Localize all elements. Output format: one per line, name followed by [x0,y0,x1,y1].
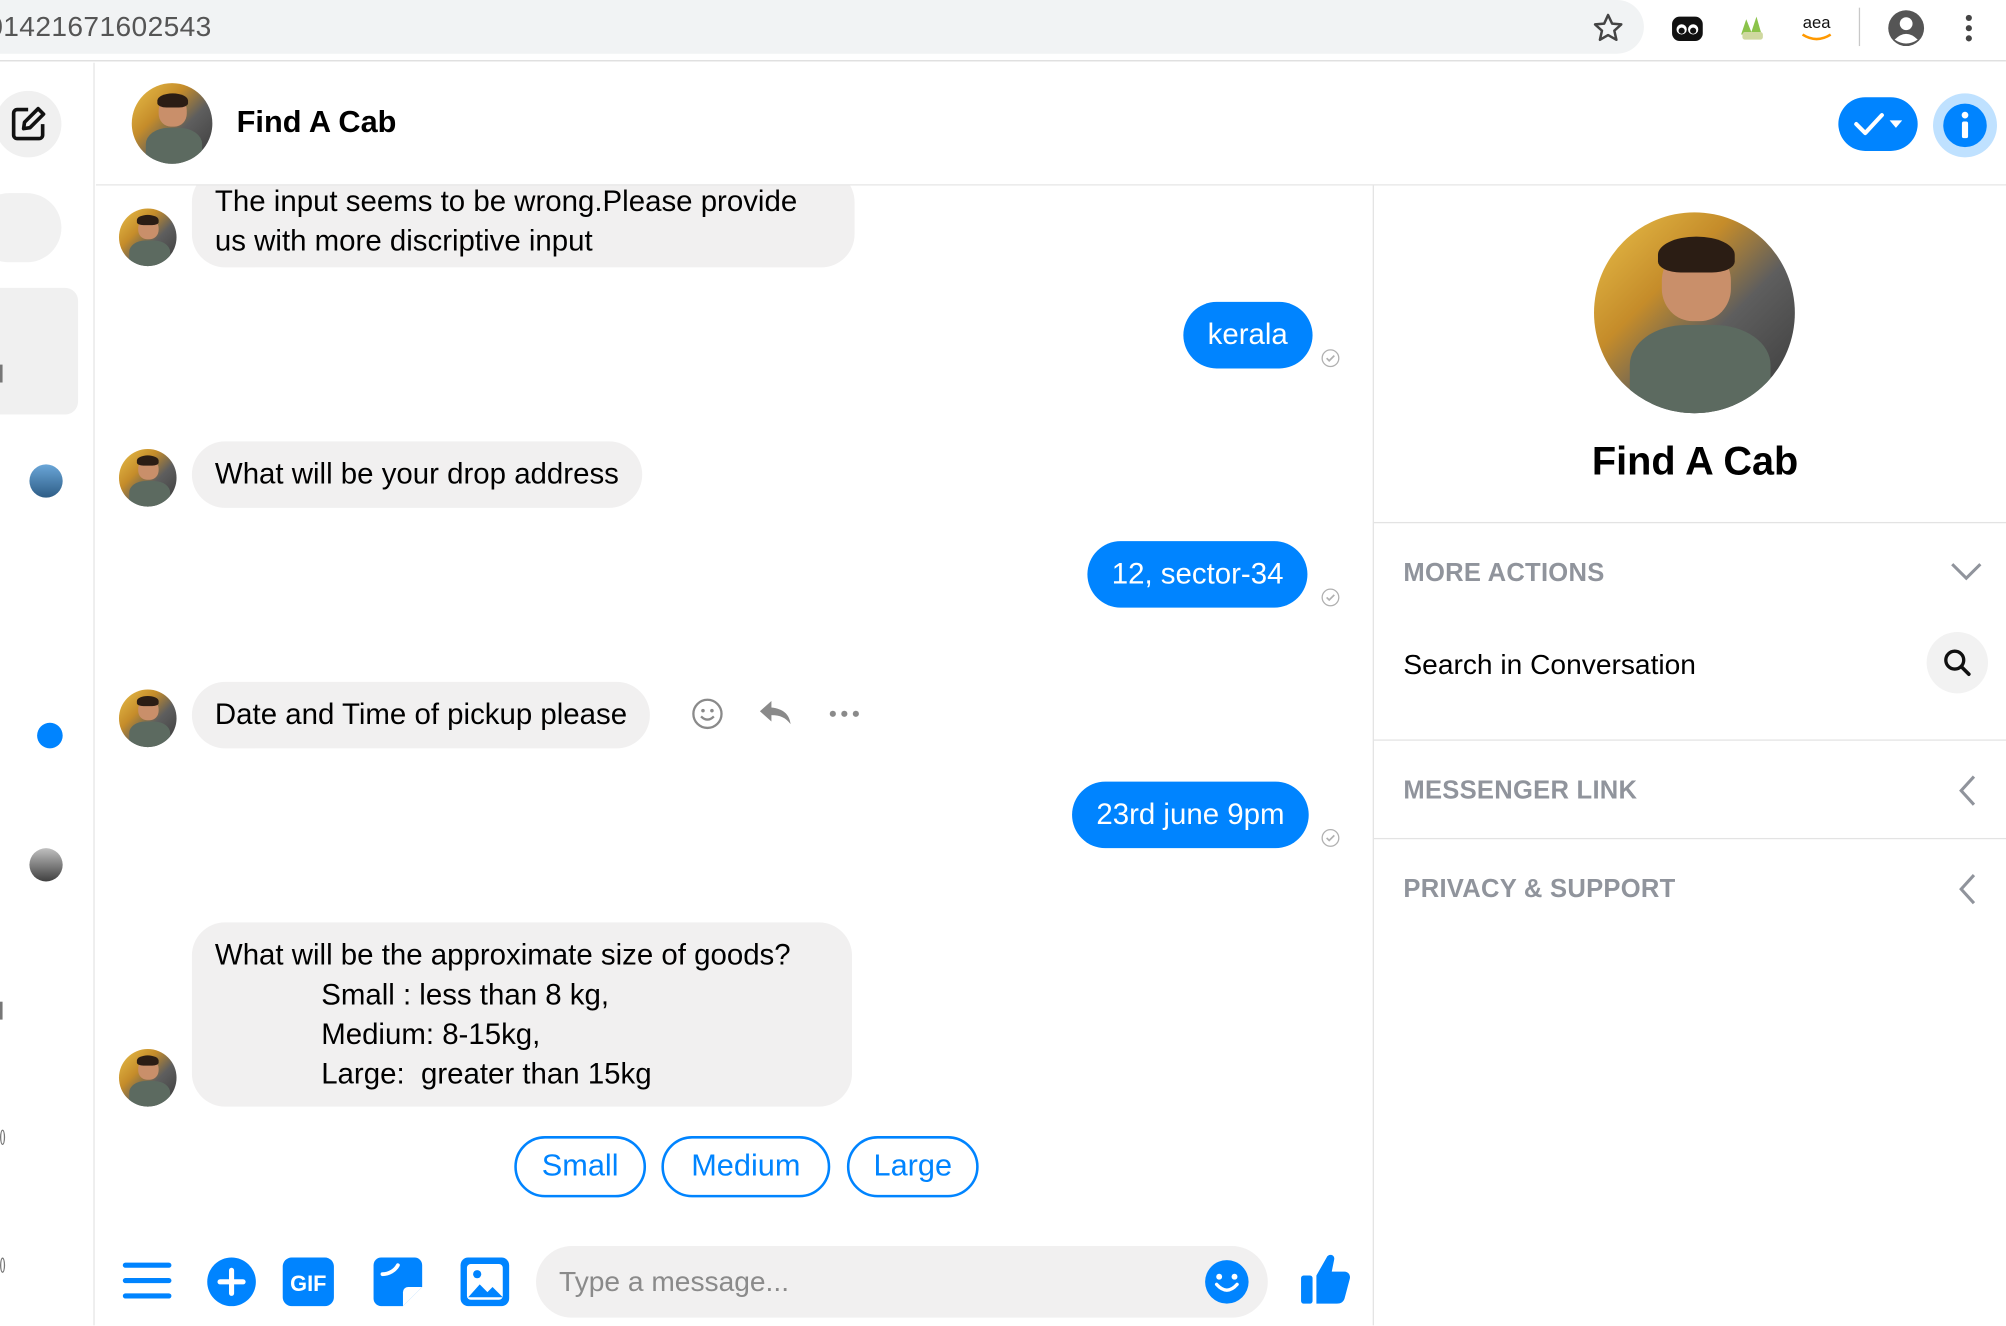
gif-icon[interactable]: GIF [281,1256,335,1307]
divider [1373,837,2006,840]
page-title: Find A Cab [236,104,397,140]
messenger-window: 01421671602543 aea Find A Cab The input … [0,0,2006,1326]
chevron-left-icon[interactable] [1957,774,1977,807]
more-icon[interactable] [829,697,862,730]
amazon-icon-label: aea [1802,12,1831,32]
url-text: 01421671602543 [0,10,212,43]
conversation-header: Find A Cab [95,62,2006,186]
quick-reply-small[interactable]: Small [514,1136,647,1198]
address-bar[interactable]: 01421671602543 [0,0,1644,54]
compose-icon[interactable] [0,90,62,158]
conversation-details-panel: Find A Cab MORE ACTIONS Search in Conver… [1372,185,2006,1326]
quick-reply-large[interactable]: Large [846,1136,979,1198]
truncated-text [0,364,3,383]
extension-icon[interactable] [1669,10,1705,46]
thumbs-up-icon[interactable] [1298,1250,1352,1309]
message-thread: The input seems to be wrong.Please provi… [95,185,1372,1326]
emoji-icon[interactable] [691,697,724,730]
privacy-support-header[interactable]: PRIVACY & SUPPORT [1403,875,1675,904]
truncated-text [0,1129,6,1145]
seen-icon [1321,349,1340,368]
smiley-icon[interactable] [1204,1259,1250,1305]
message-incoming[interactable]: Date and Time of pickup please [191,681,651,749]
svg-text:GIF: GIF [290,1271,326,1296]
profile-icon[interactable] [1886,8,1927,49]
message-actions [691,697,862,730]
message-composer: GIF [95,1228,1372,1326]
more-actions-header[interactable]: MORE ACTIONS [1403,559,1604,588]
reply-icon[interactable] [757,697,793,730]
menu-icon[interactable] [122,1259,173,1302]
sticker-icon[interactable] [372,1256,423,1307]
message-outgoing[interactable]: 12, sector-34 [1087,541,1308,608]
amazon-icon[interactable]: aea [1794,8,1840,49]
search-in-conversation[interactable]: Search in Conversation [1403,649,1696,682]
avatar [118,449,177,507]
avatar [118,1049,177,1107]
info-icon[interactable] [1933,93,1997,158]
conversation-list [0,62,95,1326]
conversation-item-selected[interactable] [0,287,79,415]
message-input[interactable] [559,1246,1174,1318]
star-icon[interactable] [1590,10,1626,46]
message-incoming[interactable]: What will be the approximate size of goo… [191,922,853,1107]
truncated-text [0,1257,6,1273]
plus-icon[interactable] [206,1256,257,1307]
seen-icon [1321,588,1340,607]
avatar [118,689,177,748]
profile-name: Find A Cab [1591,438,1799,484]
divider [1373,521,2006,524]
seen-icon [1321,828,1340,847]
message-incoming[interactable]: The input seems to be wrong.Please provi… [191,185,855,268]
image-icon[interactable] [459,1256,510,1307]
messenger-link-header[interactable]: MESSENGER LINK [1403,777,1637,806]
quick-reply-medium[interactable]: Medium [661,1136,831,1198]
message-outgoing[interactable]: kerala [1183,301,1313,369]
toolbar-divider [1858,7,1861,47]
chevron-down-icon[interactable] [1950,562,1983,582]
check-dropdown-icon[interactable] [1838,97,1918,151]
search-field-stub[interactable] [0,193,62,263]
chevron-left-icon[interactable] [1957,872,1977,905]
divider [1373,739,2006,741]
grass-extension-icon[interactable] [1732,8,1770,46]
avatar[interactable] [29,464,63,498]
browser-toolbar: 01421671602543 aea [0,0,2006,62]
avatar[interactable] [131,83,213,164]
avatar[interactable] [29,848,63,882]
kebab-menu-icon[interactable] [1955,10,1983,46]
truncated-text [0,1001,3,1020]
message-incoming[interactable]: What will be your drop address [191,441,642,508]
avatar[interactable] [1594,212,1795,414]
message-input-container[interactable] [536,1246,1268,1318]
search-icon[interactable] [1926,631,1989,694]
message-outgoing[interactable]: 23rd june 9pm [1072,781,1309,849]
avatar [118,208,177,267]
unread-dot [37,722,63,749]
